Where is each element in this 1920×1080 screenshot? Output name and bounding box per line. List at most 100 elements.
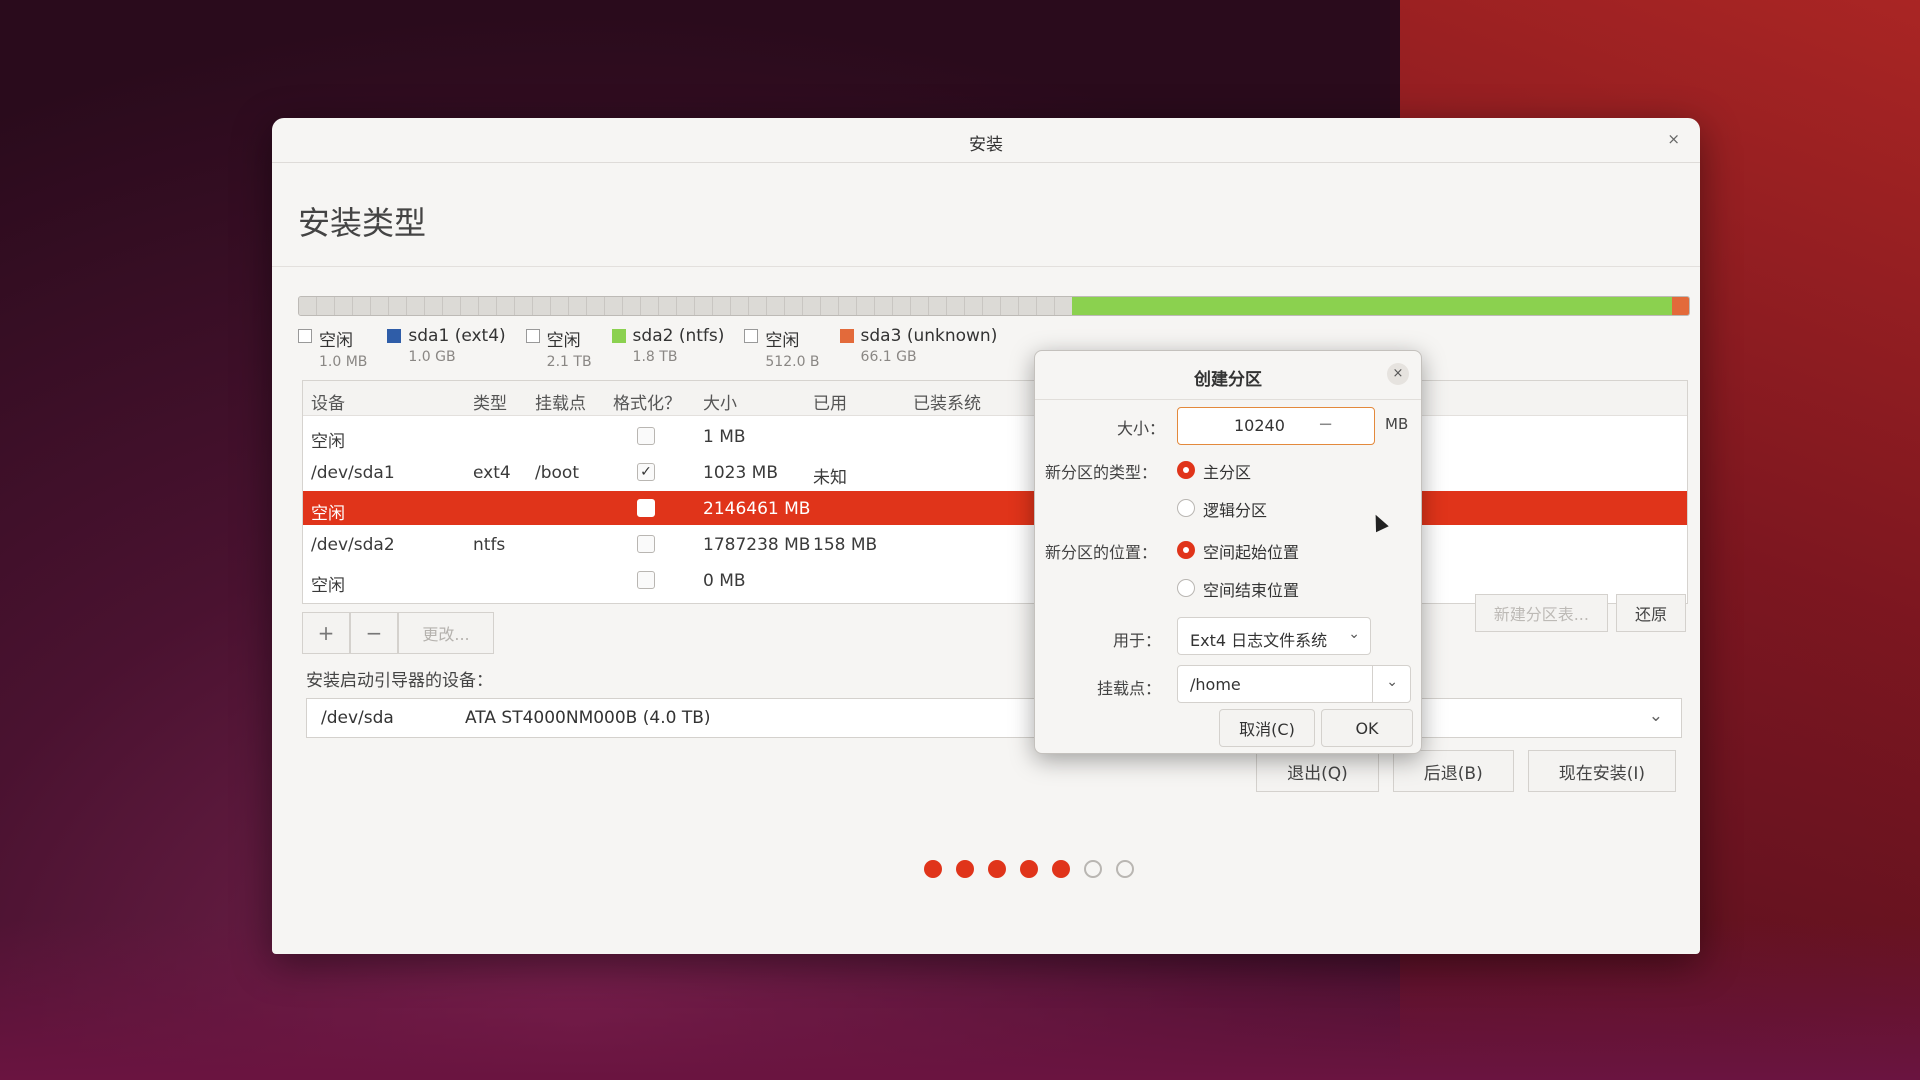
size-value: 10240 [1234, 416, 1285, 435]
decrement-button[interactable]: − [1318, 414, 1333, 435]
step-progress-dots [924, 860, 1134, 878]
table-row[interactable]: 空闲 2146461 MB [303, 491, 1687, 525]
cell-type: ext4 [473, 463, 511, 483]
boot-device-path: /dev/sda [321, 708, 394, 728]
step-dot [1052, 860, 1070, 878]
disk-segment-free [299, 297, 1072, 315]
table-row[interactable]: /dev/sda2 ntfs 1787238 MB 158 MB [303, 527, 1687, 561]
format-checkbox[interactable]: ✓ [637, 463, 655, 481]
legend-item: sda3 (unknown) 66.1 GB [839, 326, 997, 376]
legend-size: 2.1 TB [546, 354, 592, 370]
cell-device: 空闲 [311, 576, 345, 596]
titlebar: 安装 × [272, 118, 1700, 163]
legend-name: 空闲 [319, 331, 353, 351]
col-format[interactable]: 格式化？ [613, 389, 681, 414]
partition-table: 设备 类型 挂载点 格式化？ 大小 已用 已装系统 空闲 1 MB/dev/sda… [302, 380, 1688, 604]
legend-swatch [525, 329, 540, 343]
add-partition-button[interactable]: + [302, 612, 350, 654]
location-end-label[interactable]: 空间结束位置 [1203, 577, 1299, 601]
cell-mount: /boot [535, 463, 579, 483]
chevron-down-icon: ⌄ [1648, 706, 1663, 726]
install-now-button[interactable]: 现在安装(I) [1527, 750, 1676, 792]
col-size[interactable]: 大小 [703, 389, 737, 414]
legend-swatch [611, 329, 626, 343]
col-installed[interactable]: 已装系统 [913, 389, 981, 414]
back-button[interactable]: 后退(B) [1392, 750, 1514, 792]
cell-device: /dev/sda1 [311, 463, 395, 483]
step-dot [924, 860, 942, 878]
table-row[interactable]: 空闲 0 MB [303, 563, 1687, 597]
table-row[interactable]: /dev/sda1 ext4/boot 1023 MB 未知 ✓ [303, 455, 1687, 489]
format-checkbox[interactable] [637, 427, 655, 445]
chevron-down-icon[interactable]: ⌄ [1386, 674, 1398, 690]
location-start-label[interactable]: 空间起始位置 [1203, 539, 1299, 563]
location-end-radio[interactable] [1177, 579, 1195, 597]
remove-partition-button[interactable]: − [350, 612, 398, 654]
dialog-close-button[interactable]: × [1387, 363, 1409, 385]
col-type[interactable]: 类型 [473, 389, 507, 414]
disk-segment-unknown [1672, 297, 1689, 315]
mount-point-label: 挂载点： [1097, 679, 1162, 698]
legend-swatch [839, 329, 854, 343]
ok-button[interactable]: OK [1321, 709, 1413, 747]
filesystem-value: Ext4 日志文件系统 [1190, 631, 1328, 650]
logical-partition-label[interactable]: 逻辑分区 [1203, 497, 1267, 521]
step-dot [1084, 860, 1102, 878]
legend-swatch [744, 329, 759, 343]
legend-item: sda2 (ntfs) 1.8 TB [611, 326, 725, 376]
cell-device: 空闲 [311, 504, 345, 524]
format-checkbox[interactable] [637, 499, 655, 517]
navigation-buttons: 退出(Q) 后退(B) 现在安装(I) [1256, 750, 1676, 792]
cell-type: ntfs [473, 535, 506, 555]
primary-partition-label[interactable]: 主分区 [1203, 459, 1251, 483]
format-checkbox[interactable] [637, 571, 655, 589]
revert-button[interactable]: 还原 [1615, 594, 1686, 632]
col-mount[interactable]: 挂载点 [535, 389, 586, 414]
step-dot [1020, 860, 1038, 878]
filesystem-select[interactable]: Ext4 日志文件系统 ⌄ [1177, 617, 1371, 655]
partition-location-label: 新分区的位置： [1045, 543, 1158, 562]
bootloader-device-select[interactable]: /dev/sda ATA ST4000NM000B (4.0 TB) ⌄ [306, 698, 1682, 738]
table-header: 设备 类型 挂载点 格式化？ 大小 已用 已装系统 [303, 381, 1687, 416]
disk-legend: 空闲 1.0 MB sda1 (ext4) 1.0 GB 空闲 2.1 TB sda2 (n… [298, 326, 997, 376]
quit-button[interactable]: 退出(Q) [1256, 750, 1379, 792]
legend-size: 1.0 GB [408, 349, 456, 365]
mount-point-combo[interactable]: /home ⌄ [1177, 665, 1411, 703]
location-start-radio[interactable] [1177, 541, 1195, 559]
legend-name: sda1 (ext4) [408, 326, 506, 346]
change-partition-button[interactable]: 更改... [398, 612, 494, 654]
installer-window: 安装 × 安装类型 空闲 1.0 MB sda1 (ext4) 1.0 GB 空闲 2.1… [272, 118, 1700, 954]
table-row[interactable]: 空闲 1 MB [303, 419, 1687, 453]
col-used[interactable]: 已用 [813, 389, 847, 414]
page-title: 安装类型 [298, 204, 427, 242]
cell-size: 0 MB [703, 571, 746, 591]
combo-divider [1372, 666, 1373, 702]
table-actions: 新建分区表... 还原 [1474, 594, 1686, 632]
cell-device: 空闲 [311, 432, 345, 452]
col-device[interactable]: 设备 [311, 389, 345, 414]
step-dot [1116, 860, 1134, 878]
size-unit: MB [1385, 415, 1409, 433]
legend-name: sda2 (ntfs) [632, 326, 725, 346]
size-input[interactable]: 10240 − [1177, 407, 1375, 445]
cell-size: 1 MB [703, 427, 746, 447]
window-close-button[interactable]: × [1667, 130, 1680, 148]
logical-partition-radio[interactable] [1177, 499, 1195, 517]
dialog-title: 创建分区 [1194, 370, 1262, 390]
legend-size: 1.8 TB [632, 349, 678, 365]
legend-item: sda1 (ext4) 1.0 GB [387, 326, 506, 376]
cell-used: 158 MB [813, 535, 878, 555]
check-icon: ✓ [640, 464, 652, 480]
bootloader-device-label: 安装启动引导器的设备： [306, 671, 493, 691]
legend-name: 空闲 [546, 331, 581, 351]
cancel-button[interactable]: 取消(C) [1219, 709, 1315, 747]
primary-partition-radio[interactable] [1177, 461, 1195, 479]
new-partition-table-button[interactable]: 新建分区表... [1474, 594, 1608, 632]
disk-segment-ntfs [1071, 297, 1673, 315]
cell-device: /dev/sda2 [311, 535, 395, 555]
partition-type-label: 新分区的类型： [1045, 463, 1158, 482]
legend-name: 空闲 [765, 331, 800, 351]
legend-item: 空闲 512.0 B [744, 326, 820, 376]
format-checkbox[interactable] [637, 535, 655, 553]
create-partition-dialog: 创建分区 × 大小： 10240 − MB 新分区的类型： 主分区 逻辑分区 新… [1034, 350, 1422, 754]
